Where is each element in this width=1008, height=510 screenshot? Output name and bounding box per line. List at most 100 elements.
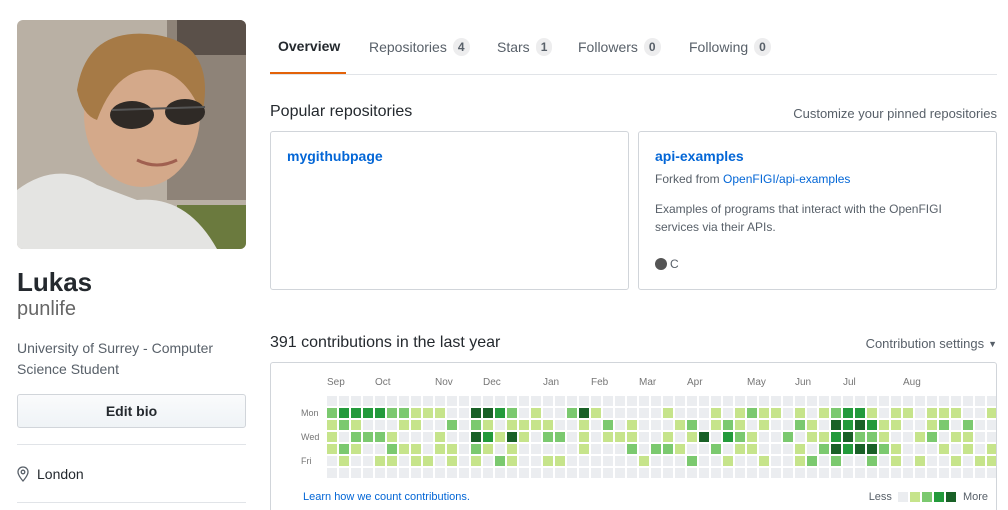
contribution-day[interactable] xyxy=(363,396,373,406)
contribution-day[interactable] xyxy=(375,456,385,466)
contribution-day[interactable] xyxy=(495,456,505,466)
tab-repositories[interactable]: Repositories 4 xyxy=(369,38,470,56)
contribution-day[interactable] xyxy=(567,408,577,418)
contribution-day[interactable] xyxy=(675,468,685,478)
contribution-day[interactable] xyxy=(939,432,949,442)
contribution-day[interactable] xyxy=(363,456,373,466)
contribution-day[interactable] xyxy=(531,432,541,442)
contribution-day[interactable] xyxy=(387,408,397,418)
contribution-day[interactable] xyxy=(939,420,949,430)
contribution-day[interactable] xyxy=(615,456,625,466)
contribution-day[interactable] xyxy=(375,408,385,418)
contribution-day[interactable] xyxy=(471,432,481,442)
contribution-day[interactable] xyxy=(747,444,757,454)
contribution-day[interactable] xyxy=(987,468,996,478)
contribution-day[interactable] xyxy=(807,432,817,442)
contribution-day[interactable] xyxy=(723,432,733,442)
contribution-day[interactable] xyxy=(927,420,937,430)
contribution-day[interactable] xyxy=(435,396,445,406)
contribution-day[interactable] xyxy=(351,468,361,478)
contribution-day[interactable] xyxy=(747,456,757,466)
contribution-day[interactable] xyxy=(639,456,649,466)
contribution-day[interactable] xyxy=(639,420,649,430)
contribution-day[interactable] xyxy=(891,456,901,466)
contribution-day[interactable] xyxy=(759,444,769,454)
contribution-day[interactable] xyxy=(531,420,541,430)
contribution-day[interactable] xyxy=(339,408,349,418)
contribution-day[interactable] xyxy=(735,420,745,430)
contribution-day[interactable] xyxy=(531,468,541,478)
contribution-day[interactable] xyxy=(447,456,457,466)
contribution-day[interactable] xyxy=(459,420,469,430)
contribution-day[interactable] xyxy=(711,408,721,418)
contribution-day[interactable] xyxy=(507,456,517,466)
contribution-day[interactable] xyxy=(351,456,361,466)
contribution-day[interactable] xyxy=(387,444,397,454)
contribution-day[interactable] xyxy=(459,396,469,406)
contribution-day[interactable] xyxy=(915,468,925,478)
contribution-day[interactable] xyxy=(723,468,733,478)
contribution-day[interactable] xyxy=(339,432,349,442)
contribution-day[interactable] xyxy=(507,468,517,478)
contribution-day[interactable] xyxy=(807,396,817,406)
contribution-day[interactable] xyxy=(867,396,877,406)
contribution-day[interactable] xyxy=(555,456,565,466)
contribution-day[interactable] xyxy=(327,396,337,406)
contribution-day[interactable] xyxy=(891,432,901,442)
contribution-day[interactable] xyxy=(603,396,613,406)
contribution-day[interactable] xyxy=(735,456,745,466)
contribution-day[interactable] xyxy=(579,468,589,478)
contribution-day[interactable] xyxy=(663,420,673,430)
contribution-day[interactable] xyxy=(903,468,913,478)
contribution-day[interactable] xyxy=(927,432,937,442)
contribution-day[interactable] xyxy=(711,432,721,442)
contribution-day[interactable] xyxy=(423,408,433,418)
contribution-day[interactable] xyxy=(567,420,577,430)
contribution-day[interactable] xyxy=(975,444,985,454)
contribution-day[interactable] xyxy=(519,468,529,478)
tab-stars[interactable]: Stars 1 xyxy=(497,38,553,56)
contribution-day[interactable] xyxy=(603,420,613,430)
contribution-day[interactable] xyxy=(687,468,697,478)
contribution-day[interactable] xyxy=(351,396,361,406)
contribution-day[interactable] xyxy=(747,432,757,442)
contribution-day[interactable] xyxy=(939,456,949,466)
contribution-day[interactable] xyxy=(471,468,481,478)
contribution-day[interactable] xyxy=(591,456,601,466)
contribution-day[interactable] xyxy=(987,456,996,466)
contribution-day[interactable] xyxy=(951,432,961,442)
contribution-day[interactable] xyxy=(507,432,517,442)
contribution-day[interactable] xyxy=(579,456,589,466)
contribution-day[interactable] xyxy=(819,396,829,406)
contribution-day[interactable] xyxy=(987,420,996,430)
contribution-day[interactable] xyxy=(891,408,901,418)
contribution-day[interactable] xyxy=(519,420,529,430)
contribution-day[interactable] xyxy=(975,408,985,418)
contribution-day[interactable] xyxy=(483,420,493,430)
contribution-day[interactable] xyxy=(807,444,817,454)
contribution-day[interactable] xyxy=(843,408,853,418)
contribution-day[interactable] xyxy=(879,432,889,442)
contribution-day[interactable] xyxy=(963,468,973,478)
contribution-day[interactable] xyxy=(615,408,625,418)
contribution-day[interactable] xyxy=(687,408,697,418)
contribution-day[interactable] xyxy=(771,432,781,442)
contribution-day[interactable] xyxy=(735,396,745,406)
contribution-day[interactable] xyxy=(519,408,529,418)
contribution-day[interactable] xyxy=(627,432,637,442)
contribution-day[interactable] xyxy=(519,396,529,406)
contribution-day[interactable] xyxy=(855,396,865,406)
contribution-day[interactable] xyxy=(939,444,949,454)
contribution-day[interactable] xyxy=(327,444,337,454)
contribution-day[interactable] xyxy=(447,468,457,478)
contribution-day[interactable] xyxy=(363,468,373,478)
contribution-day[interactable] xyxy=(483,432,493,442)
contribution-day[interactable] xyxy=(723,420,733,430)
contribution-day[interactable] xyxy=(327,420,337,430)
contribution-day[interactable] xyxy=(699,444,709,454)
edit-bio-button[interactable]: Edit bio xyxy=(17,394,246,428)
contribution-day[interactable] xyxy=(567,396,577,406)
contribution-day[interactable] xyxy=(591,408,601,418)
contribution-day[interactable] xyxy=(399,444,409,454)
contribution-day[interactable] xyxy=(399,432,409,442)
